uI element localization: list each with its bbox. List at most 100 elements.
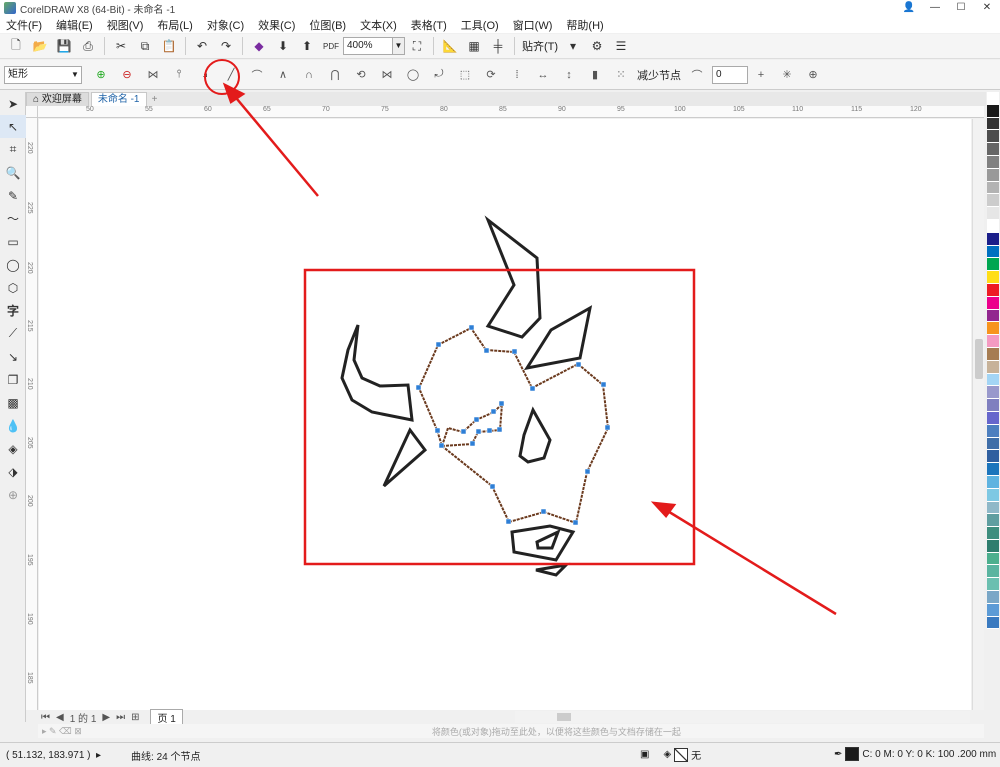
palette-swatch[interactable] — [987, 309, 999, 323]
palette-hint: 将颜色(或对象)拖动至此处，以便将这些颜色与文档存储在一起 — [431, 726, 681, 737]
horizontal-scrollbar[interactable] — [515, 711, 970, 723]
palette-swatch[interactable] — [987, 283, 999, 297]
fill-indicator[interactable]: ▣ ◈ 无 — [640, 747, 701, 762]
node-handle[interactable] — [460, 428, 467, 435]
no-fill-swatch — [674, 747, 689, 762]
node-handle[interactable] — [575, 361, 582, 368]
palette-swatch[interactable] — [987, 271, 999, 284]
bull-mouth[interactable] — [535, 562, 571, 577]
node-handle[interactable] — [468, 324, 475, 331]
bull-ear-left[interactable] — [382, 427, 428, 488]
palette-swatch[interactable] — [987, 552, 999, 566]
node-handle[interactable] — [486, 427, 493, 434]
palette-swatch[interactable] — [987, 475, 999, 489]
pen-icon: ✒ — [834, 748, 843, 760]
palette-swatch[interactable] — [987, 463, 999, 476]
page-navigator: ⏮ ◀ 1 的 1 ▶ ⏭ ⊞ 页 1 — [38, 708, 518, 726]
palette-swatch[interactable] — [987, 616, 999, 630]
palette-swatch[interactable] — [987, 360, 999, 374]
palette-swatch[interactable] — [987, 527, 999, 540]
node-handle[interactable] — [604, 424, 611, 431]
node-handle[interactable] — [438, 442, 445, 449]
outline-indicator[interactable]: ✒ C: 0 M: 0 Y: 0 K: 100 .200 mm — [834, 747, 996, 761]
palette-swatch[interactable] — [987, 386, 999, 400]
palette-swatch[interactable] — [987, 373, 999, 387]
palette-swatch[interactable] — [987, 296, 999, 310]
palette-swatch[interactable] — [987, 539, 999, 553]
bull-ear-right[interactable] — [523, 305, 593, 371]
palette-swatch[interactable] — [987, 130, 999, 144]
node-handle[interactable] — [489, 483, 496, 490]
node-handle[interactable] — [511, 348, 518, 355]
palette-swatch[interactable] — [987, 603, 999, 617]
palette-swatch[interactable] — [987, 117, 999, 131]
node-handle[interactable] — [483, 347, 490, 354]
palette-swatch[interactable] — [987, 194, 999, 208]
node-handle[interactable] — [584, 468, 591, 475]
bull-nose[interactable] — [510, 524, 576, 562]
node-handle[interactable] — [415, 384, 422, 391]
annotation-box — [303, 268, 696, 566]
palette-swatch[interactable] — [987, 92, 999, 105]
vertical-scrollbar[interactable] — [972, 119, 984, 710]
node-handle[interactable] — [540, 508, 547, 515]
bull-horn-left[interactable] — [340, 324, 414, 422]
document-palette-bar[interactable]: ▸ ✎ ⌫ ⊠ 将颜色(或对象)拖动至此处，以便将这些颜色与文档存储在一起 — [38, 724, 984, 738]
node-handle[interactable] — [434, 427, 441, 434]
palette-swatch[interactable] — [987, 501, 999, 515]
palette-swatch[interactable] — [987, 578, 999, 592]
palette-swatch[interactable] — [987, 488, 999, 502]
palette-swatch[interactable] — [987, 591, 999, 604]
page-tab[interactable]: 页 1 — [150, 708, 183, 726]
palette-swatch[interactable] — [987, 424, 999, 438]
color-palette — [986, 92, 1000, 712]
page-prev-icon[interactable]: ◀ — [56, 712, 64, 723]
palette-swatch[interactable] — [987, 258, 999, 272]
chevron-right-icon[interactable]: ▸ — [96, 750, 101, 761]
node-handle[interactable] — [496, 426, 503, 433]
bull-horn-right[interactable] — [484, 215, 542, 339]
scroll-thumb[interactable] — [975, 339, 983, 379]
bull-eye-right[interactable] — [518, 406, 552, 464]
node-handle[interactable] — [498, 400, 505, 407]
palette-menu-icon[interactable]: ▸ ✎ ⌫ ⊠ — [42, 726, 82, 737]
page-next-icon[interactable]: ▶ — [102, 712, 110, 723]
annotation-arrow-line — [231, 92, 319, 197]
node-handle[interactable] — [475, 428, 482, 435]
outline-value: C: 0 M: 0 Y: 0 K: 100 .200 mm — [862, 748, 997, 760]
palette-swatch[interactable] — [987, 143, 999, 156]
page-count: 1 的 1 — [69, 713, 97, 725]
palette-swatch[interactable] — [987, 219, 999, 233]
add-page-icon[interactable]: ⊞ — [131, 712, 139, 723]
palette-swatch[interactable] — [987, 168, 999, 182]
node-handle[interactable] — [529, 385, 536, 392]
palette-swatch[interactable] — [987, 565, 999, 579]
palette-swatch[interactable] — [987, 514, 999, 528]
scroll-thumb[interactable] — [557, 713, 571, 721]
palette-swatch[interactable] — [987, 104, 999, 118]
palette-swatch[interactable] — [987, 207, 999, 220]
palette-swatch[interactable] — [987, 322, 999, 336]
cursor-coordinates: ( 51.132, 183.971 ) — [6, 749, 91, 761]
node-handle[interactable] — [505, 518, 512, 525]
palette-swatch[interactable] — [987, 181, 999, 195]
node-handle[interactable] — [435, 341, 442, 348]
palette-swatch[interactable] — [987, 232, 999, 246]
node-handle[interactable] — [572, 519, 579, 526]
palette-swatch[interactable] — [987, 347, 999, 361]
palette-swatch[interactable] — [987, 245, 999, 259]
node-handle[interactable] — [600, 381, 607, 388]
palette-swatch[interactable] — [987, 335, 999, 348]
palette-swatch[interactable] — [987, 155, 999, 169]
palette-swatch[interactable] — [987, 399, 999, 412]
palette-swatch[interactable] — [987, 437, 999, 451]
node-handle[interactable] — [490, 408, 497, 415]
fill-value: 无 — [691, 751, 702, 762]
palette-swatch[interactable] — [987, 450, 999, 464]
node-handle[interactable] — [469, 440, 476, 447]
node-handle[interactable] — [473, 416, 480, 423]
palette-swatch[interactable] — [987, 411, 999, 425]
page-first-icon[interactable]: ⏮ — [41, 712, 50, 723]
page-last-icon[interactable]: ⏭ — [116, 712, 125, 723]
bucket-icon: ◈ — [663, 749, 672, 760]
